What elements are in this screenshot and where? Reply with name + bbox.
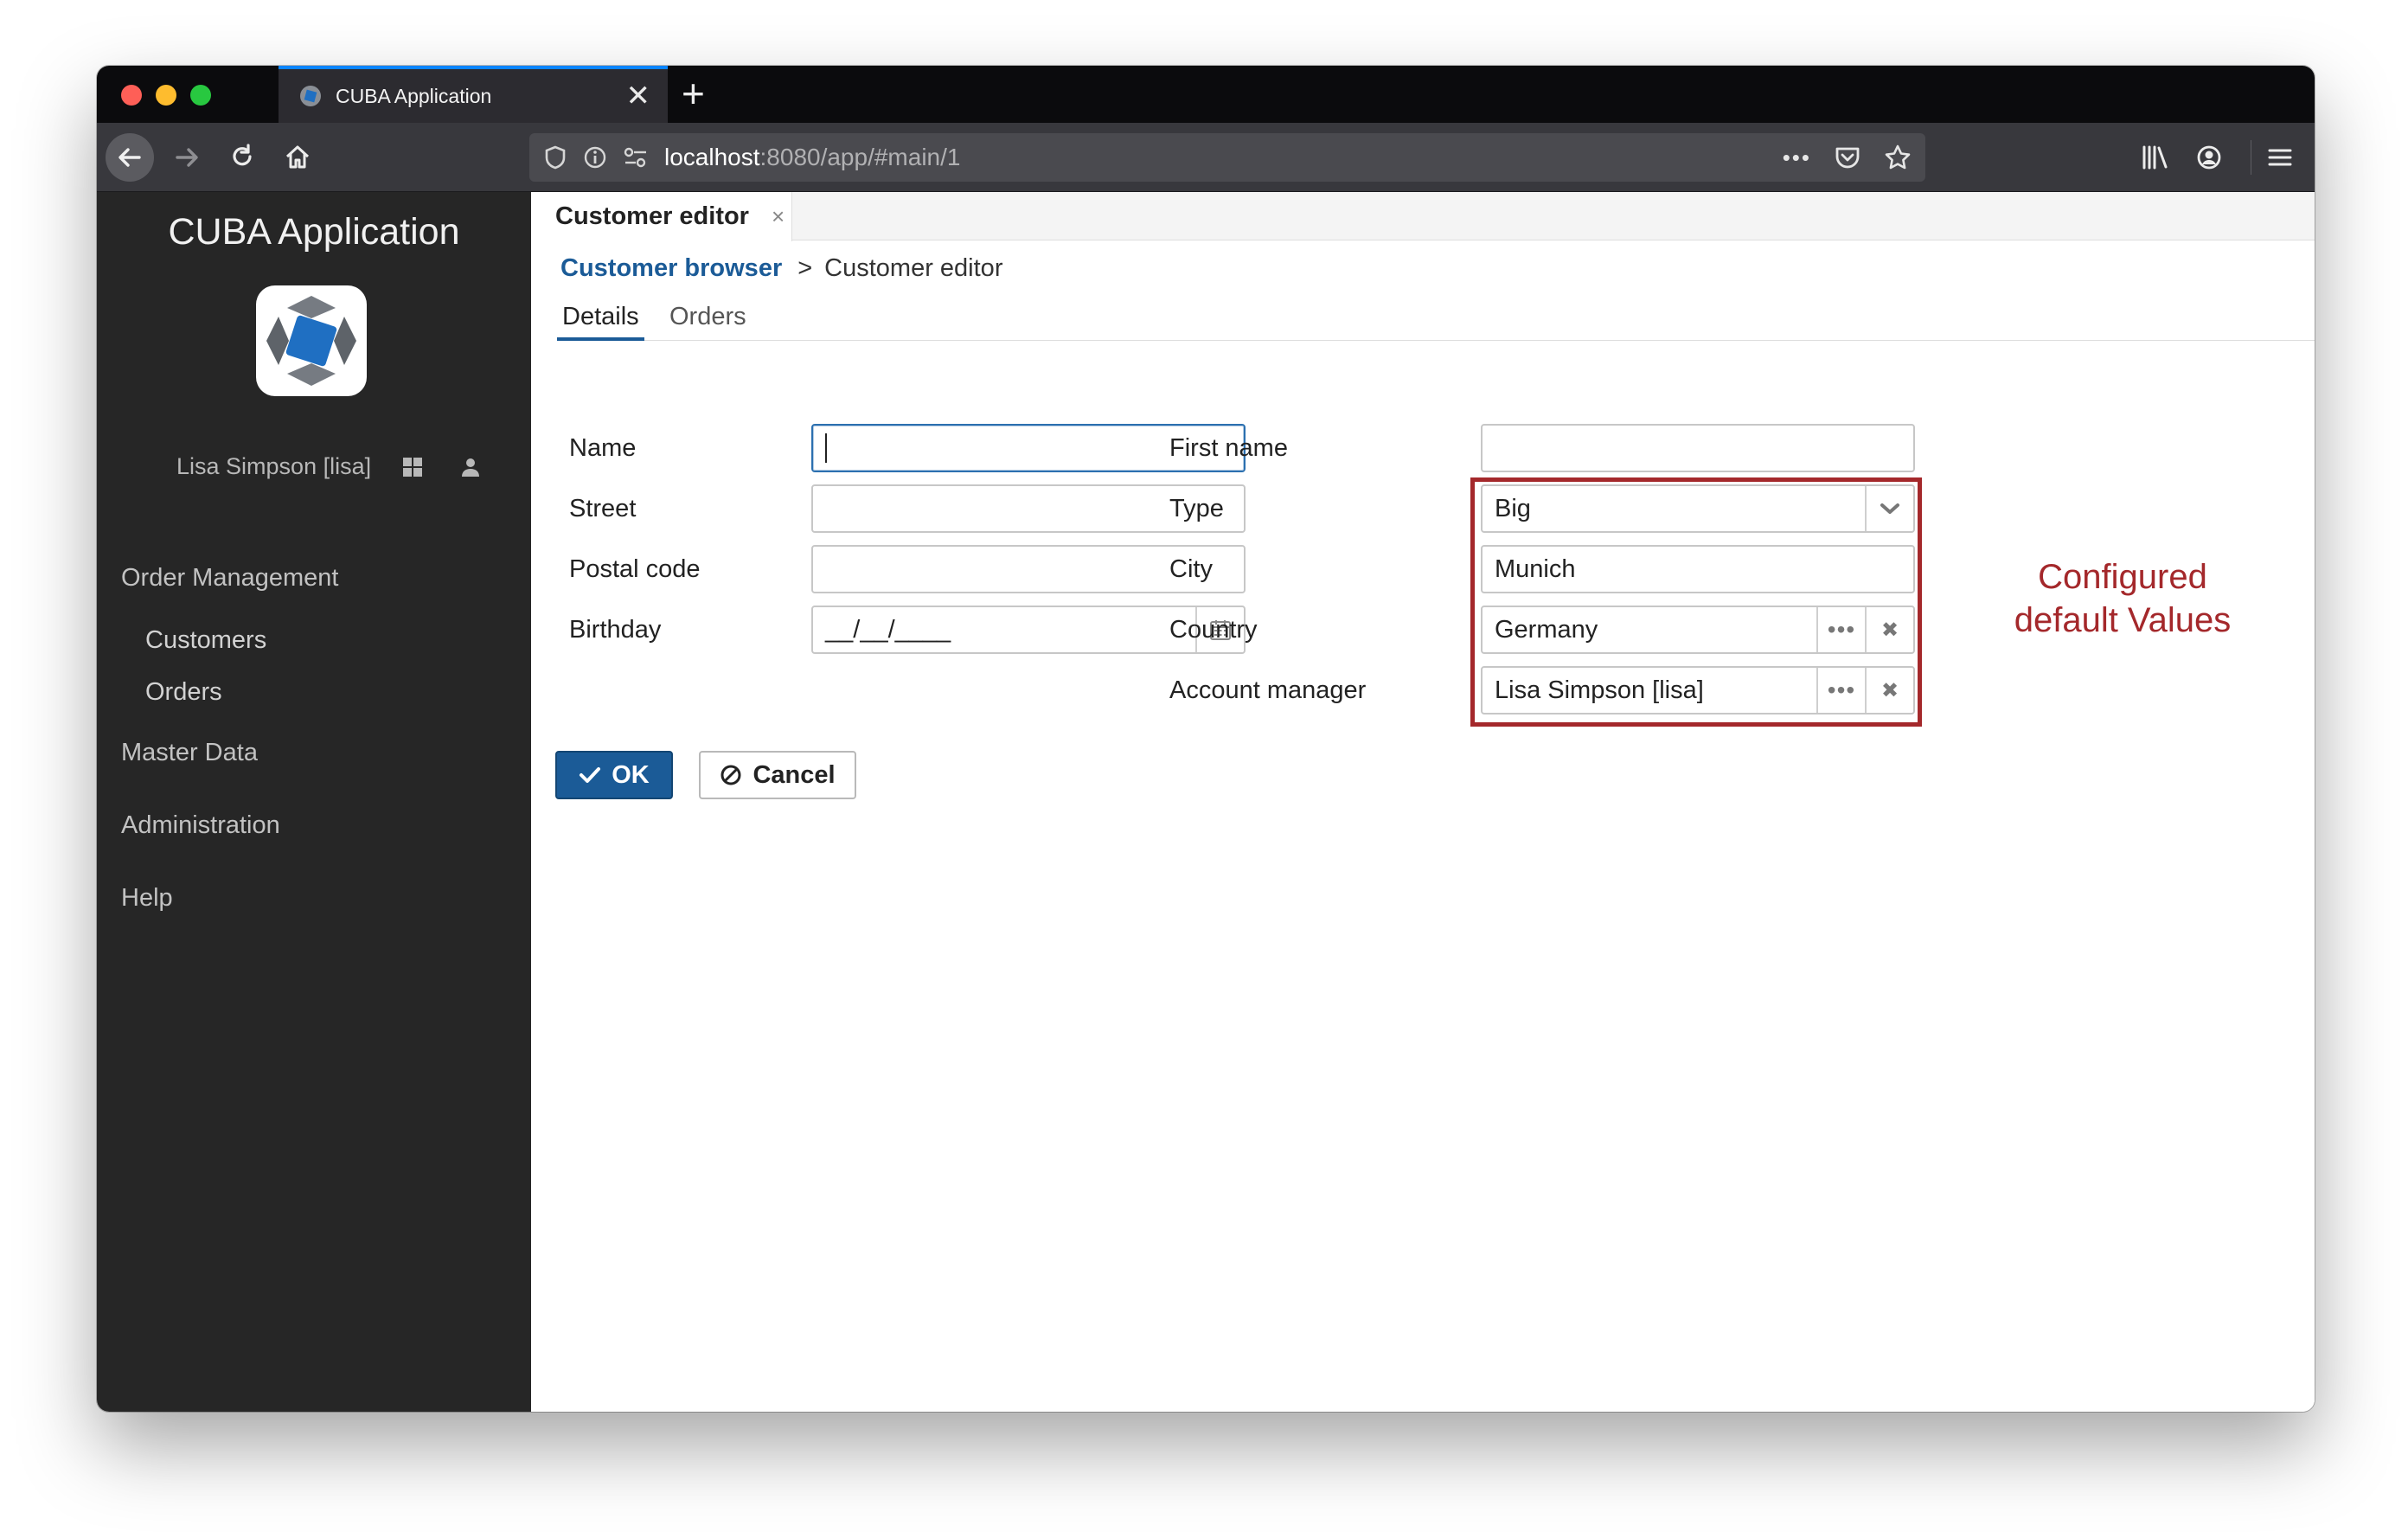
reload-icon [233,144,252,166]
pocket-icon[interactable] [1834,144,1861,170]
window-tab-customer-editor[interactable]: Customer editor × [531,192,792,241]
info-icon[interactable] [583,145,607,170]
country-label: Country [1169,616,1258,644]
birthday-label: Birthday [569,616,662,644]
menu-help[interactable]: Help [121,884,173,913]
postal-code-label: Postal code [569,555,701,583]
editor-tabs: Details Orders [557,298,2315,341]
annotation-line-2: default Values [2014,601,2232,639]
cuba-logo-icon [266,296,356,386]
apps-grid-icon[interactable] [402,457,423,477]
close-tab-icon[interactable]: ✕ [626,81,651,111]
main-panel: Customer editor × Customer browser > Cus… [531,192,2315,1412]
permissions-icon[interactable] [623,145,649,170]
cancel-button[interactable]: Cancel [699,751,856,799]
user-name: Lisa Simpson [lisa] [176,453,372,479]
menu-administration[interactable]: Administration [121,811,280,840]
annotation-line-1: Configured [2038,558,2207,596]
type-label: Type [1169,495,1224,522]
window-tab-bar: Customer editor × [531,192,2315,241]
cancel-button-label: Cancel [752,760,836,789]
user-indicator: Lisa Simpson [lisa] [176,453,518,480]
first-name-input[interactable] [1481,424,1915,472]
home-button[interactable] [273,133,322,182]
reload-button[interactable] [218,133,266,182]
back-arrow-icon [118,148,141,167]
app-logo [256,285,367,396]
text-caret [825,433,827,463]
open-menu-button[interactable] [2256,133,2304,182]
app-title: CUBA Application [168,211,460,253]
browser-window: CUBA Application ✕ + localhost:8080/app… [97,66,2315,1412]
default-values-highlight [1470,477,1922,727]
breadcrumb-customer-browser[interactable]: Customer browser [560,254,782,283]
url-bar[interactable]: localhost:8080/app/#main/1 ••• [529,133,1925,182]
account-manager-label: Account manager [1169,676,1367,704]
birthday-mask: __/__/____ [825,615,951,644]
new-tab-button[interactable]: + [682,71,705,116]
account-button[interactable] [2185,133,2233,182]
menu-master-data[interactable]: Master Data [121,739,258,767]
user-icon[interactable] [461,457,480,477]
browser-tab-title: CUBA Application [336,84,492,107]
tab-orders[interactable]: Orders [664,298,752,341]
back-button[interactable] [106,133,154,182]
first-name-label: First name [1169,434,1288,462]
menu-customers[interactable]: Customers [145,626,266,655]
window-tab-label: Customer editor [555,202,749,230]
sidebar: CUBA Application Lisa Simpson [lisa] Ord… [97,192,531,1412]
ok-button-label: OK [612,760,650,789]
app-viewport: CUBA Application Lisa Simpson [lisa] Ord… [97,192,2315,1412]
breadcrumb-current: Customer editor [824,254,1003,282]
ok-button[interactable]: OK [555,751,673,799]
star-icon[interactable] [1884,144,1912,171]
tab-details[interactable]: Details [557,298,644,341]
forward-button[interactable] [163,133,211,182]
check-icon [579,766,601,785]
street-label: Street [569,495,637,522]
zoom-window-button[interactable] [190,85,211,106]
hamburger-menu-icon [2268,149,2292,166]
breadcrumb: Customer browser > Customer editor [560,254,1002,283]
shield-icon[interactable] [543,144,567,170]
library-button[interactable] [2131,133,2180,182]
default-values-annotation: Configured default Values [1984,555,2261,642]
name-label: Name [569,434,637,462]
url-host: localhost [664,144,760,170]
breadcrumb-separator: > [797,254,813,282]
minimize-window-button[interactable] [156,85,176,106]
browser-tab-strip: CUBA Application ✕ + [97,66,2315,123]
page-actions-icon[interactable]: ••• [1783,144,1811,171]
library-icon [2142,145,2168,170]
close-window-button[interactable] [121,85,142,106]
cuba-favicon-icon [298,83,323,109]
home-icon [285,145,310,169]
close-window-tab-icon[interactable]: × [772,203,785,230]
account-icon [2197,145,2221,170]
forward-arrow-icon [176,148,198,167]
url-path: :8080/app/#main/1 [759,144,961,170]
menu-orders[interactable]: Orders [145,678,222,707]
browser-toolbar: localhost:8080/app/#main/1 ••• [97,123,2315,192]
menu-order-management[interactable]: Order Management [121,564,338,593]
ban-icon [720,764,742,786]
browser-tab-cuba[interactable]: CUBA Application ✕ [279,66,668,123]
city-label: City [1169,555,1213,583]
